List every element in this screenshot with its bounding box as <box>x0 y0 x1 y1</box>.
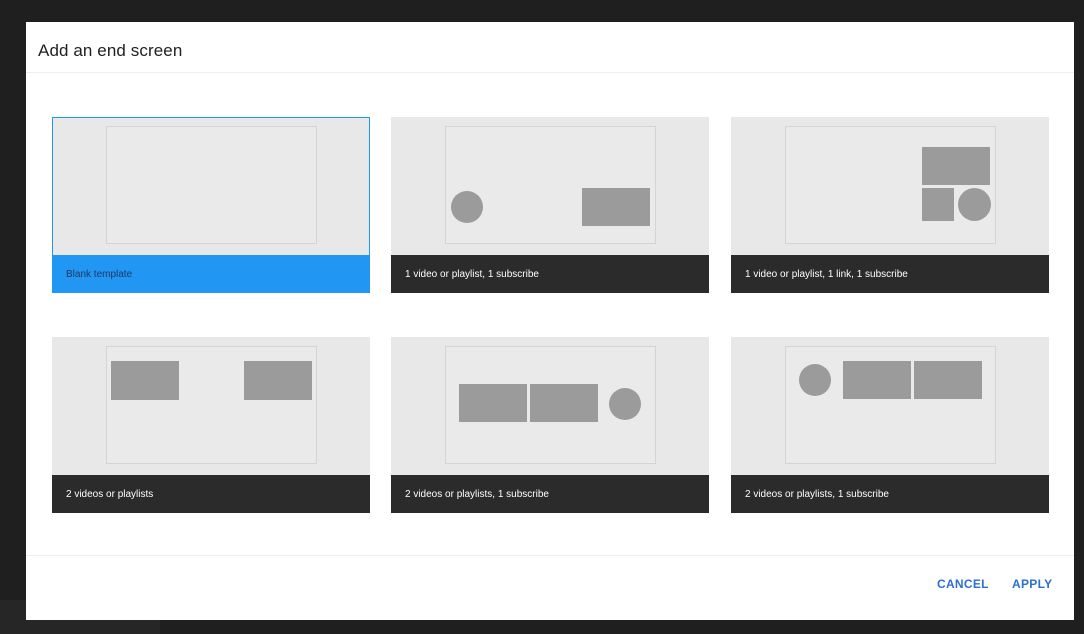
template-label: 2 videos or playlists <box>66 488 154 500</box>
video-placeholder <box>843 361 911 399</box>
video-placeholder <box>922 147 990 185</box>
subscribe-placeholder <box>609 388 641 420</box>
template-label: Blank template <box>66 268 133 280</box>
video-placeholder <box>530 384 598 422</box>
template-label-bar: 2 videos or playlists, 1 subscribe <box>731 475 1049 513</box>
template-preview <box>106 126 317 244</box>
template-label: 2 videos or playlists, 1 subscribe <box>405 488 549 500</box>
template-label-bar: 2 videos or playlists, 1 subscribe <box>391 475 709 513</box>
apply-button[interactable]: APPLY <box>1012 577 1052 591</box>
video-placeholder <box>244 361 312 400</box>
template-label-bar: Blank template <box>52 255 370 293</box>
footer-divider <box>26 555 1074 556</box>
template-label-bar: 2 videos or playlists <box>52 475 370 513</box>
template-2-videos[interactable]: 2 videos or playlists <box>52 337 370 513</box>
template-label: 1 video or playlist, 1 link, 1 subscribe <box>745 268 908 280</box>
title-divider <box>26 72 1074 73</box>
subscribe-placeholder <box>958 188 991 221</box>
template-preview <box>785 126 996 244</box>
video-placeholder <box>914 361 982 399</box>
template-label-bar: 1 video or playlist, 1 subscribe <box>391 255 709 293</box>
subscribe-placeholder <box>799 364 831 396</box>
dialog-title: Add an end screen <box>38 41 183 60</box>
template-blank[interactable]: Blank template <box>52 117 370 293</box>
subscribe-placeholder <box>451 191 483 223</box>
template-2-videos-1-subscribe[interactable]: 2 videos or playlists, 1 subscribe <box>391 337 709 513</box>
template-preview <box>445 126 656 244</box>
template-1-video-1-link-1-subscribe[interactable]: 1 video or playlist, 1 link, 1 subscribe <box>731 117 1049 293</box>
template-preview <box>106 346 317 464</box>
template-label: 2 videos or playlists, 1 subscribe <box>745 488 889 500</box>
video-placeholder <box>459 384 527 422</box>
end-screen-dialog: Add an end screen Blank template 1 video… <box>26 22 1074 620</box>
template-1-video-1-subscribe[interactable]: 1 video or playlist, 1 subscribe <box>391 117 709 293</box>
template-label-bar: 1 video or playlist, 1 link, 1 subscribe <box>731 255 1049 293</box>
template-2-videos-1-subscribe-alt[interactable]: 2 videos or playlists, 1 subscribe <box>731 337 1049 513</box>
template-preview <box>785 346 996 464</box>
template-label: 1 video or playlist, 1 subscribe <box>405 268 539 280</box>
link-placeholder <box>922 188 954 221</box>
video-placeholder <box>582 188 650 226</box>
template-preview <box>445 346 656 464</box>
video-placeholder <box>111 361 179 400</box>
cancel-button[interactable]: CANCEL <box>937 577 989 591</box>
